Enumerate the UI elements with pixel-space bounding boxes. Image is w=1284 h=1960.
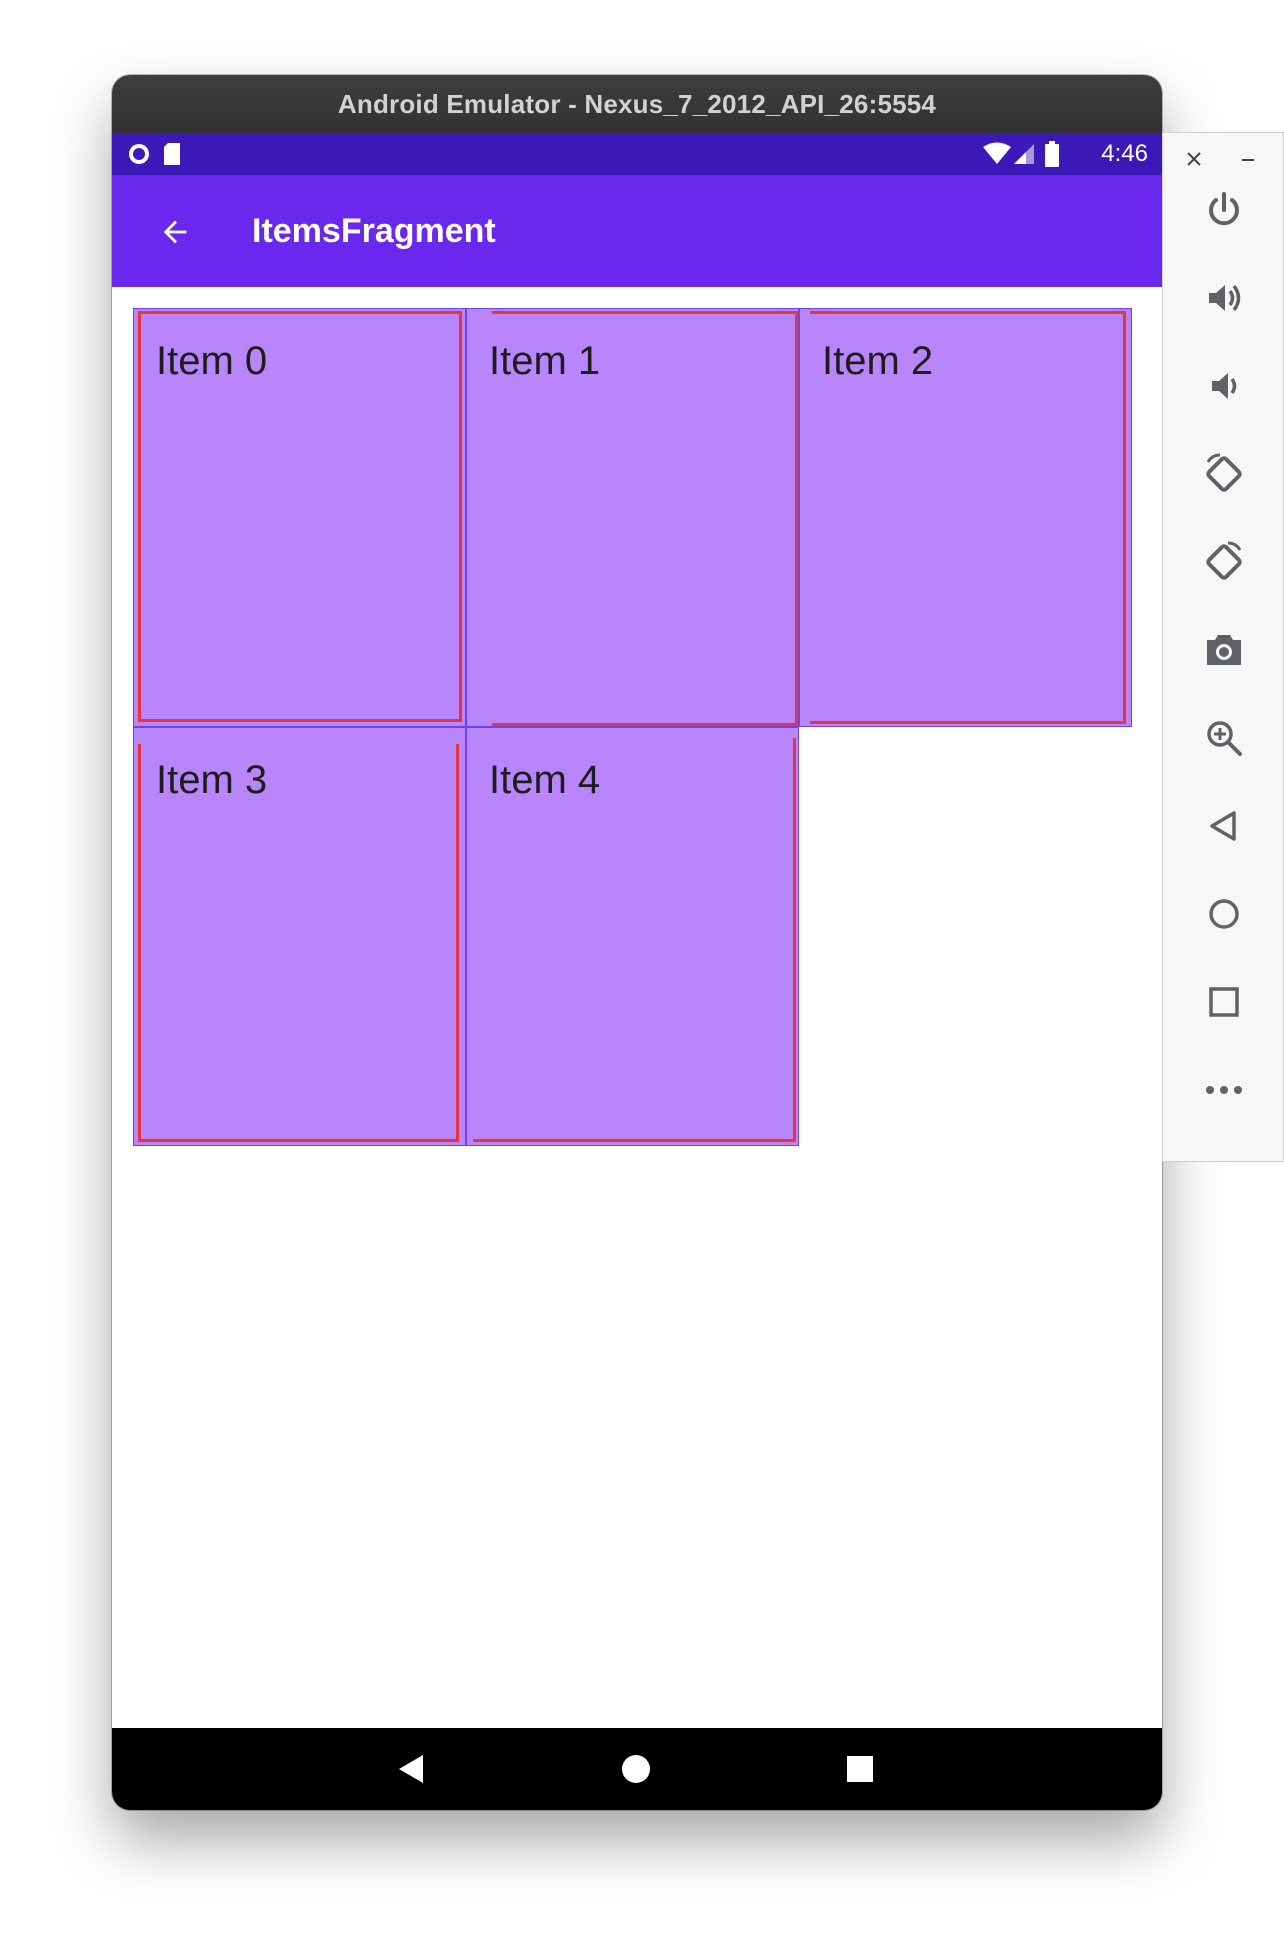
item-label: Item 2 bbox=[822, 339, 934, 383]
power-icon[interactable] bbox=[1193, 179, 1255, 241]
status-bar: 4:46 bbox=[112, 133, 1162, 175]
battery-icon bbox=[1044, 133, 1060, 175]
items-content: Item 0 Item 1 Item 2 Item 3 Item 4 bbox=[112, 287, 1162, 1804]
recents-square-icon[interactable] bbox=[835, 1744, 885, 1794]
sd-card-icon bbox=[162, 133, 182, 175]
grid-item[interactable]: Item 4 bbox=[466, 727, 799, 1146]
camera-icon[interactable] bbox=[1193, 619, 1255, 681]
item-label: Item 3 bbox=[156, 758, 268, 802]
minimize-icon[interactable] bbox=[1239, 147, 1257, 175]
wifi-icon bbox=[982, 133, 1012, 175]
emulator-window: Android Emulator - Nexus_7_2012_API_26:5… bbox=[112, 75, 1162, 1810]
status-time: 4:46 bbox=[1101, 140, 1148, 167]
grid-item[interactable]: Item 3 bbox=[133, 727, 466, 1146]
emulator-side-panel bbox=[1162, 132, 1284, 1162]
record-circle-icon bbox=[126, 133, 152, 175]
rotate-right-icon[interactable] bbox=[1193, 531, 1255, 593]
window-title: Android Emulator - Nexus_7_2012_API_26:5… bbox=[112, 75, 1162, 133]
back-triangle-icon[interactable] bbox=[387, 1744, 437, 1794]
debug-outline bbox=[138, 744, 459, 1142]
zoom-icon[interactable] bbox=[1193, 707, 1255, 769]
item-label: Item 0 bbox=[156, 339, 268, 383]
arrow-back-icon[interactable] bbox=[152, 209, 198, 255]
home-circle-icon[interactable] bbox=[611, 1744, 661, 1794]
grid-item[interactable]: Item 1 bbox=[466, 308, 799, 727]
grid-item[interactable]: Item 0 bbox=[133, 308, 466, 727]
volume-up-icon[interactable] bbox=[1193, 267, 1255, 329]
app-bar: ItemsFragment bbox=[112, 175, 1162, 287]
close-icon[interactable] bbox=[1185, 147, 1203, 175]
item-label: Item 1 bbox=[489, 339, 601, 383]
volume-down-icon[interactable] bbox=[1193, 355, 1255, 417]
item-label: Item 4 bbox=[489, 758, 601, 802]
home-icon[interactable] bbox=[1193, 883, 1255, 945]
rotate-left-icon[interactable] bbox=[1193, 443, 1255, 505]
overview-icon[interactable] bbox=[1193, 971, 1255, 1033]
grid-item[interactable]: Item 2 bbox=[799, 308, 1132, 727]
cell-signal-icon bbox=[1012, 133, 1036, 175]
system-nav-bar bbox=[112, 1728, 1162, 1810]
more-icon[interactable] bbox=[1193, 1059, 1255, 1121]
back-icon[interactable] bbox=[1193, 795, 1255, 857]
app-title: ItemsFragment bbox=[252, 212, 496, 250]
